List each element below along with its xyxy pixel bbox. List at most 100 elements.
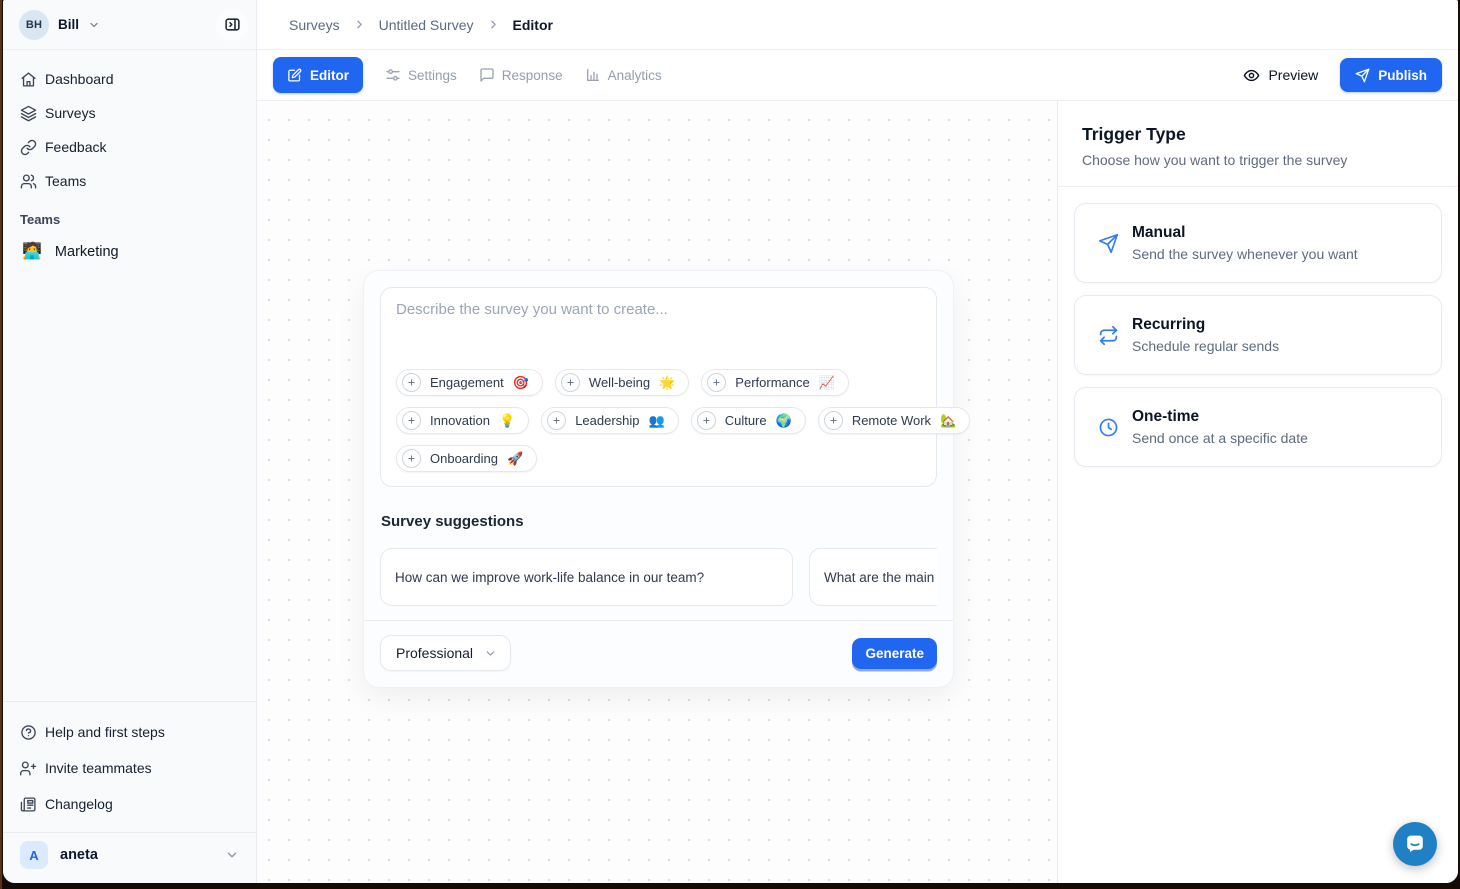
workspace-switcher[interactable]: BH Bill [19,10,100,40]
topic-chip-well-being[interactable]: Well-being 🌟 [555,369,689,396]
tab-analytics[interactable]: Analytics [585,67,662,83]
eye-icon [1243,67,1260,84]
chat-bubble-icon [479,67,495,83]
screen: BH Bill Dashboard [0,0,1460,889]
sidebar-item-label: Dashboard [45,71,114,87]
tab-settings[interactable]: Settings [385,67,457,83]
bar-chart-icon [585,67,601,83]
chip-label: Innovation [430,413,490,428]
help-circle-icon [20,724,37,741]
chart-emoji-icon: 📈 [819,376,835,389]
trigger-option-description: Send the survey whenever you want [1132,246,1358,262]
sidebar-item-dashboard[interactable]: Dashboard [11,62,248,96]
suggestions-row: How can we improve work-life balance in … [380,548,937,606]
sidebar-item-teams[interactable]: Teams [11,164,248,198]
topic-chip-performance[interactable]: Performance 📈 [701,369,849,396]
repeat-icon [1098,325,1119,346]
trigger-option-description: Schedule regular sends [1132,338,1279,354]
sidebar-item-team-marketing[interactable]: 🧑‍💻 Marketing [11,235,248,269]
trigger-option-recurring[interactable]: Recurring Schedule regular sends [1074,295,1442,375]
preview-label: Preview [1268,67,1318,83]
prompt-box: Engagement 🎯 Well-being 🌟 [380,287,937,487]
rocket-emoji-icon: 🚀 [507,452,523,465]
plus-icon [547,411,566,430]
changelog-newspaper-icon [20,796,37,813]
chevron-right-icon [353,18,366,31]
tab-label: Editor [310,68,349,83]
suggestion-card[interactable]: What are the main ob [809,548,937,606]
publish-button[interactable]: Publish [1340,58,1442,92]
sidebar-item-label: Invite teammates [45,760,152,776]
generate-button[interactable]: Generate [852,638,937,669]
chat-launcher-button[interactable] [1393,822,1437,866]
editor-canvas[interactable]: Engagement 🎯 Well-being 🌟 [257,101,1057,883]
chip-label: Remote Work [852,413,931,428]
sidebar-divider [3,832,256,833]
survey-prompt-input[interactable] [396,301,921,345]
chevron-right-icon [487,18,500,31]
tone-select[interactable]: Professional [380,635,511,671]
main-area: Surveys Untitled Survey Editor Editor [257,0,1458,883]
clock-icon [1098,417,1119,438]
trigger-option-description: Send once at a specific date [1132,430,1308,446]
workspace-avatar: BH [19,10,49,40]
topic-chip-remote-work[interactable]: Remote Work 🏡 [818,407,970,434]
globe-emoji-icon: 🌍 [776,414,792,427]
trigger-option-one-time[interactable]: One-time Send once at a specific date [1074,387,1442,467]
suggestions-title: Survey suggestions [381,513,937,530]
topic-chip-culture[interactable]: Culture 🌍 [691,407,806,434]
app-window: BH Bill Dashboard [3,0,1458,883]
chevron-down-icon [484,647,497,660]
sidebar-item-changelog[interactable]: Changelog [11,786,248,822]
sidebar-item-invite[interactable]: Invite teammates [11,750,248,786]
survey-composer-card: Engagement 🎯 Well-being 🌟 [363,270,954,688]
sidebar-item-help[interactable]: Help and first steps [11,714,248,750]
sidebar-item-label: Help and first steps [45,724,165,740]
panel-collapse-icon [224,16,241,33]
sidebar-footer-nav: Help and first steps Invite teammates Ch… [3,702,256,832]
breadcrumb: Surveys Untitled Survey Editor [257,0,1458,50]
chevron-down-icon [225,848,239,862]
panel-title: Trigger Type [1082,124,1434,145]
topic-chip-leadership[interactable]: Leadership 👥 [541,407,679,434]
sidebar-nav: Dashboard Surveys Feedback [3,50,256,198]
send-icon [1355,68,1370,83]
tone-value: Professional [396,645,473,661]
topic-chip-onboarding[interactable]: Onboarding 🚀 [396,445,537,472]
trigger-option-text: Manual Send the survey whenever you want [1132,224,1358,262]
tab-editor[interactable]: Editor [273,57,363,93]
breadcrumb-surveys[interactable]: Surveys [289,17,340,33]
sidebar-toggle-button[interactable] [216,9,248,41]
tab-label: Response [502,68,563,83]
suggestion-card[interactable]: How can we improve work-life balance in … [380,548,793,606]
sidebar-item-surveys[interactable]: Surveys [11,96,248,130]
tab-label: Settings [408,68,457,83]
panel-subtitle: Choose how you want to trigger the surve… [1082,152,1434,168]
user-menu[interactable]: A aneta [11,837,248,873]
preview-button[interactable]: Preview [1243,67,1318,84]
chip-label: Leadership [575,413,639,428]
breadcrumb-survey-title[interactable]: Untitled Survey [379,17,474,33]
chip-label: Engagement [430,375,504,390]
chip-label: Performance [735,375,809,390]
trigger-options: Manual Send the survey whenever you want… [1058,187,1458,483]
composer-footer: Professional Generate [364,620,953,671]
sidebar-item-feedback[interactable]: Feedback [11,130,248,164]
user-name: aneta [60,847,98,863]
sidebar-item-label: Changelog [45,796,113,812]
trigger-type-panel: Trigger Type Choose how you want to trig… [1057,101,1458,883]
topic-chip-innovation[interactable]: Innovation 💡 [396,407,529,434]
topic-chip-engagement[interactable]: Engagement 🎯 [396,369,543,396]
plus-icon [402,449,421,468]
tab-response[interactable]: Response [479,67,563,83]
plus-icon [707,373,726,392]
plus-icon [824,411,843,430]
editor-toolbar: Editor Settings Response [257,50,1458,101]
settings-sliders-icon [385,67,401,83]
chip-row: Onboarding 🚀 [396,445,921,472]
chip-label: Onboarding [430,451,498,466]
trigger-option-manual[interactable]: Manual Send the survey whenever you want [1074,203,1442,283]
plus-icon [697,411,716,430]
trigger-option-title: Manual [1132,224,1358,242]
plus-icon [402,373,421,392]
